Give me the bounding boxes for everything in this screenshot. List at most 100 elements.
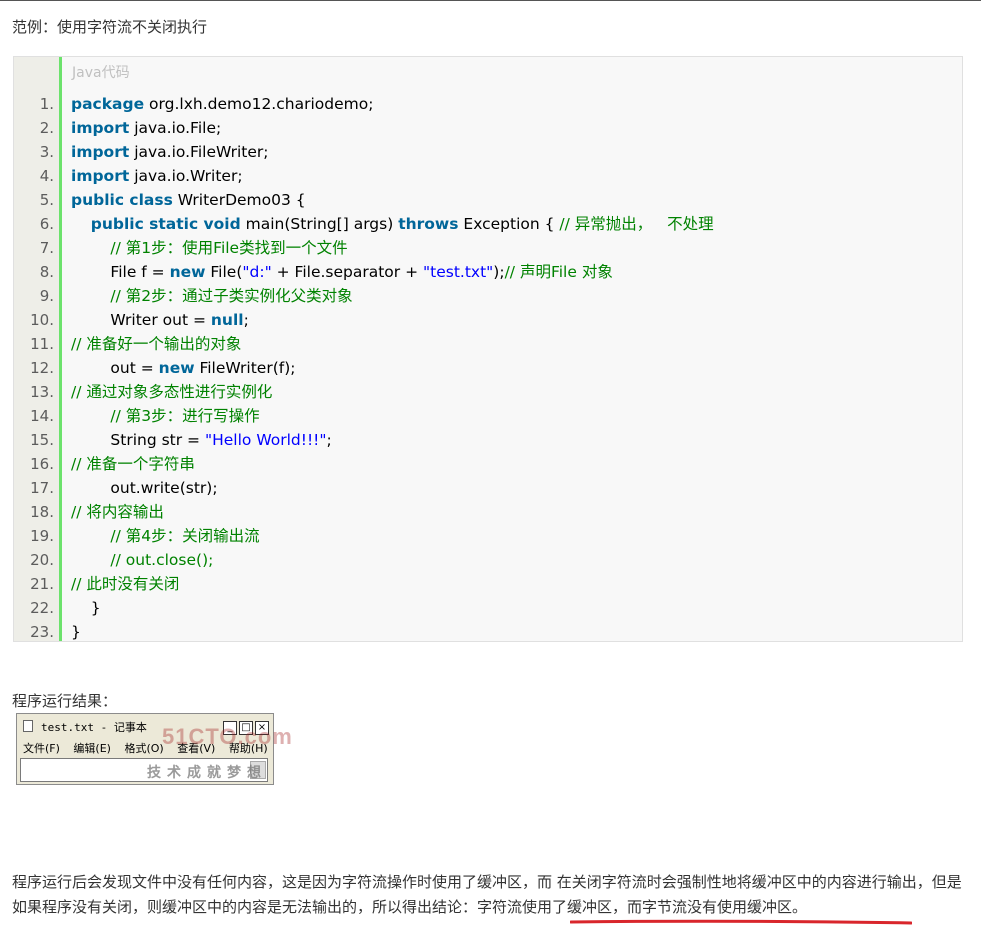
line-number: 14. [30, 407, 54, 425]
code-source: File f = new File("d:" + File.separator … [71, 260, 612, 284]
code-source: } [71, 596, 101, 620]
code-token: WriterDemo03 { [172, 191, 306, 209]
code-line: 18. // 将内容输出 [14, 500, 962, 524]
comment-token: // 通过对象多态性进行实例化 [71, 383, 273, 401]
line-number: 4. [39, 167, 54, 185]
code-source: out = new FileWriter(f); [71, 356, 295, 380]
notepad-title: test.txt - 记事本 [41, 721, 147, 734]
code-line: 6. public static void main(String[] args… [14, 212, 962, 236]
code-line: 17. out.write(str); [14, 476, 962, 500]
code-source: // 通过对象多态性进行实例化 [71, 380, 272, 404]
line-number: 9. [39, 287, 54, 305]
code-source: // 将内容输出 [71, 500, 164, 524]
keyword-token: throws [398, 215, 459, 233]
line-number: 10. [30, 311, 54, 329]
code-source: out.write(str); [71, 476, 218, 500]
code-token: + File.separator + [271, 263, 424, 281]
line-number: 18. [30, 503, 54, 521]
code-line: 21. // 此时没有关闭 [14, 572, 962, 596]
code-line: 19. // 第4步：关闭输出流 [14, 524, 962, 548]
string-token: "d:" [242, 263, 272, 281]
conclusion-highlight: 字符流使用了缓冲区，而字节流没有使用缓冲区。 [477, 898, 808, 916]
line-number: 6. [39, 215, 54, 233]
code-token: main(String[] args) [240, 215, 399, 233]
line-number: 2. [39, 119, 54, 137]
notepad-file-icon [23, 720, 33, 732]
line-number: 21. [30, 575, 54, 593]
keyword-token: new [158, 359, 195, 377]
notepad-window-screenshot: test.txt - 记事本 _ □ × 文件(F) 编辑(E) 格式(O) 查看(… [16, 713, 292, 785]
code-token: org.lxh.demo12.chariodemo; [144, 95, 374, 113]
code-source: // 第3步：进行写操作 [71, 404, 259, 428]
code-source: public class WriterDemo03 { [71, 188, 306, 212]
string-token: "test.txt" [423, 263, 494, 281]
code-line: 3. import java.io.FileWriter; [14, 140, 962, 164]
keyword-token: import [71, 167, 130, 185]
code-token: java.io.Writer; [129, 167, 243, 185]
code-line: 20. // out.close(); [14, 548, 962, 572]
line-number: 7. [39, 239, 54, 257]
string-token: "Hello World!!!" [204, 431, 327, 449]
comment-token: // 异常抛出， 不处理 [559, 215, 714, 233]
code-lines: 1. package org.lxh.demo12.chariodemo; 2. im… [14, 92, 962, 644]
code-token: out.write(str); [71, 479, 218, 497]
line-number: 1. [39, 95, 54, 113]
code-line: 5. public class WriterDemo03 { [14, 188, 962, 212]
code-source: // 第4步：关闭输出流 [71, 524, 260, 548]
code-token: } [71, 623, 81, 641]
code-source: // out.close(); [71, 548, 213, 572]
keyword-token: import [71, 143, 130, 161]
code-source: // 第1步：使用File类找到一个文件 [71, 236, 348, 260]
code-token: String str = [71, 431, 205, 449]
line-number: 15. [30, 431, 54, 449]
code-source: import java.io.Writer; [71, 164, 243, 188]
top-divider [0, 0, 981, 1]
line-number: 5. [39, 191, 54, 209]
code-line: 7. // 第1步：使用File类找到一个文件 [14, 236, 962, 260]
code-line: 15. String str = "Hello World!!!"; [14, 428, 962, 452]
example-intro: 范例：使用字符流不关闭执行 [12, 18, 208, 36]
comment-token: // 准备一个字符串 [71, 455, 195, 473]
line-number: 23. [30, 623, 54, 641]
menu-format: 格式(O) [124, 742, 164, 755]
code-source: // 准备好一个输出的对象 [71, 332, 241, 356]
code-line: 22. } [14, 596, 962, 620]
code-token: Exception { [458, 215, 560, 233]
code-line: 9. // 第2步：通过子类实例化父类对象 [14, 284, 962, 308]
code-token: ; [326, 431, 332, 449]
code-source: // 第2步：通过子类实例化父类对象 [71, 284, 352, 308]
code-token: FileWriter(f); [194, 359, 296, 377]
keyword-token: public static void [90, 215, 241, 233]
code-source: Writer out = null; [71, 308, 249, 332]
code-language-label[interactable]: Java代码 [72, 62, 130, 82]
watermark-brand: 51CTO.com [162, 724, 293, 749]
code-line: 23.} [14, 620, 962, 644]
code-block: Java代码 1. package org.lxh.demo12.chariode… [13, 56, 963, 642]
code-line: 1. package org.lxh.demo12.chariodemo; [14, 92, 962, 116]
keyword-token: public class [71, 191, 173, 209]
line-number: 13. [30, 383, 54, 401]
red-underline-stroke [570, 919, 912, 925]
comment-token: // 第1步：使用File类找到一个文件 [110, 239, 348, 257]
keyword-token: new [169, 263, 206, 281]
watermark-tagline: 技术成就梦想 [147, 765, 267, 781]
line-number: 16. [30, 455, 54, 473]
code-line: 10. Writer out = null; [14, 308, 962, 332]
code-line: 2. import java.io.File; [14, 116, 962, 140]
code-token: java.io.FileWriter; [129, 143, 269, 161]
code-source: String str = "Hello World!!!"; [71, 428, 332, 452]
comment-token: // out.close(); [110, 551, 214, 569]
code-source: } [71, 620, 81, 644]
keyword-token: package [71, 95, 145, 113]
comment-token: // 第4步：关闭输出流 [110, 527, 260, 545]
line-number: 8. [39, 263, 54, 281]
code-token: ; [243, 311, 249, 329]
line-number: 19. [30, 527, 54, 545]
result-label: 程序运行结果： [12, 692, 118, 710]
code-line: 12. out = new FileWriter(f); [14, 356, 962, 380]
line-number: 22. [30, 599, 54, 617]
code-token: java.io.File; [129, 119, 222, 137]
line-number: 12. [30, 359, 54, 377]
